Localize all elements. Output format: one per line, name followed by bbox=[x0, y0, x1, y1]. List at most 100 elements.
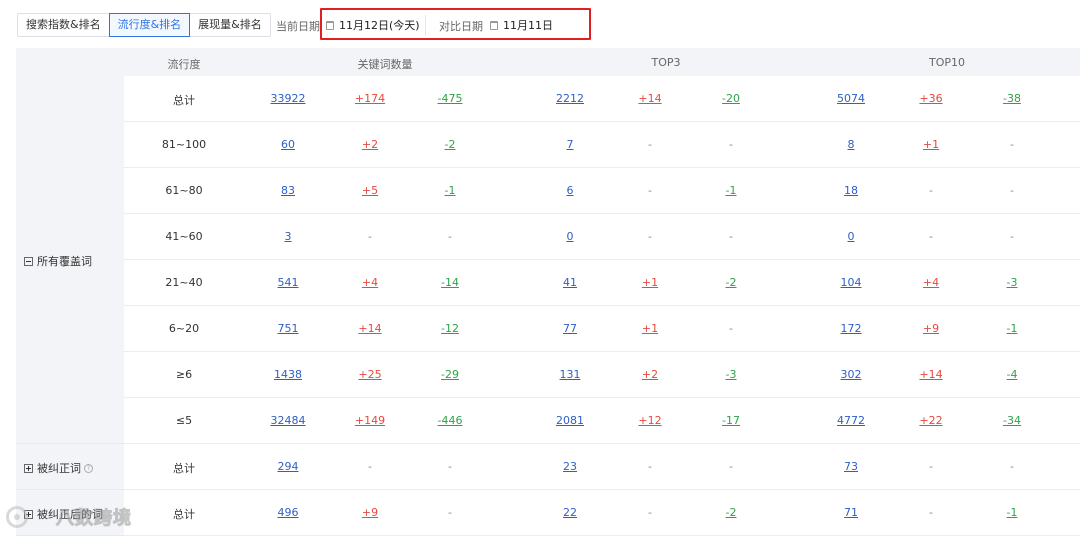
decrease-value[interactable]: -2 bbox=[445, 138, 456, 151]
empty-value: - bbox=[1010, 230, 1014, 243]
decrease-value[interactable]: -2 bbox=[726, 506, 737, 519]
decrease-value[interactable]: -34 bbox=[1003, 414, 1021, 427]
count-value[interactable]: 7 bbox=[567, 138, 574, 151]
increase-value[interactable]: +2 bbox=[642, 368, 658, 381]
decrease-value[interactable]: -1 bbox=[726, 184, 737, 197]
count-value[interactable]: 71 bbox=[844, 506, 858, 519]
count-value[interactable]: 751 bbox=[278, 322, 299, 335]
decrease-value[interactable]: -12 bbox=[441, 322, 459, 335]
watermark-text: 八数跨境 bbox=[56, 508, 132, 530]
decrease-value[interactable]: -1 bbox=[445, 184, 456, 197]
count-value[interactable]: 302 bbox=[841, 368, 862, 381]
increase-value[interactable]: +14 bbox=[919, 368, 942, 381]
increase-value[interactable]: +9 bbox=[362, 506, 378, 519]
decrease-value[interactable]: -20 bbox=[722, 92, 740, 105]
increase-value[interactable]: +1 bbox=[642, 322, 658, 335]
count-value[interactable]: 18 bbox=[844, 184, 858, 197]
empty-value: - bbox=[448, 230, 452, 243]
increase-value[interactable]: +36 bbox=[919, 92, 942, 105]
count-value[interactable]: 73 bbox=[844, 460, 858, 473]
decrease-value[interactable]: -475 bbox=[438, 92, 463, 105]
empty-value: - bbox=[1010, 184, 1014, 197]
increase-value[interactable]: +174 bbox=[355, 92, 385, 105]
count-value[interactable]: 33922 bbox=[271, 92, 306, 105]
decrease-value[interactable]: -29 bbox=[441, 368, 459, 381]
metric-tab-group: 搜索指数&排名 流行度&排名 展现量&排名 bbox=[17, 13, 271, 37]
increase-value[interactable]: +2 bbox=[362, 138, 378, 151]
decrease-value[interactable]: -4 bbox=[1007, 368, 1018, 381]
count-value[interactable]: 2212 bbox=[556, 92, 584, 105]
increase-value[interactable]: +4 bbox=[923, 276, 939, 289]
count-value[interactable]: 6 bbox=[567, 184, 574, 197]
count-value[interactable]: 5074 bbox=[837, 92, 865, 105]
row-popularity-range: 总计 bbox=[173, 508, 195, 521]
toolbar: 搜索指数&排名 流行度&排名 展现量&排名 当前日期 11月12日(今天) 对比… bbox=[0, 0, 1080, 48]
row-popularity-range: ≤5 bbox=[175, 414, 193, 427]
current-date-label: 当前日期 bbox=[276, 20, 320, 33]
decrease-value[interactable]: -3 bbox=[726, 368, 737, 381]
decrease-value[interactable]: -1 bbox=[1007, 322, 1018, 335]
count-value[interactable]: 0 bbox=[848, 230, 855, 243]
count-value[interactable]: 4772 bbox=[837, 414, 865, 427]
count-value[interactable]: 0 bbox=[567, 230, 574, 243]
table-row: 81~100 60 +2 -2 7 - - 8 +1 - bbox=[124, 122, 1080, 168]
count-value[interactable]: 172 bbox=[841, 322, 862, 335]
table-row: 总计 33922 +174 -475 2212 +14 -20 5074 +36 -38 bbox=[124, 76, 1080, 122]
increase-value[interactable]: +1 bbox=[923, 138, 939, 151]
tab-impressions-rank[interactable]: 展现量&排名 bbox=[189, 13, 271, 37]
empty-value: - bbox=[648, 184, 652, 197]
count-value[interactable]: 1438 bbox=[274, 368, 302, 381]
count-value[interactable]: 23 bbox=[563, 460, 577, 473]
table-row: ≤5 32484 +149 -446 2081 +12 -17 4772 +22 -34 bbox=[124, 398, 1080, 444]
count-value[interactable]: 22 bbox=[563, 506, 577, 519]
increase-value[interactable]: +12 bbox=[638, 414, 661, 427]
row-popularity-range: 41~60 bbox=[165, 230, 203, 243]
count-value[interactable]: 541 bbox=[278, 276, 299, 289]
decrease-value[interactable]: -17 bbox=[722, 414, 740, 427]
count-value[interactable]: 3 bbox=[285, 230, 292, 243]
header-top10: TOP10 bbox=[928, 56, 966, 69]
count-value[interactable]: 60 bbox=[281, 138, 295, 151]
header-popularity: 流行度 bbox=[167, 58, 201, 71]
count-value[interactable]: 8 bbox=[848, 138, 855, 151]
increase-value[interactable]: +22 bbox=[919, 414, 942, 427]
watermark: 八数跨境 bbox=[6, 504, 132, 530]
decrease-value[interactable]: -1 bbox=[1007, 506, 1018, 519]
increase-value[interactable]: +14 bbox=[638, 92, 661, 105]
count-value[interactable]: 83 bbox=[281, 184, 295, 197]
collapse-icon[interactable] bbox=[24, 256, 33, 266]
empty-value: - bbox=[448, 506, 452, 519]
increase-value[interactable]: +9 bbox=[923, 322, 939, 335]
count-value[interactable]: 41 bbox=[563, 276, 577, 289]
empty-value: - bbox=[648, 460, 652, 473]
count-value[interactable]: 496 bbox=[278, 506, 299, 519]
empty-value: - bbox=[929, 506, 933, 519]
header-keyword-count: 关键词数量 bbox=[357, 58, 413, 71]
empty-value: - bbox=[1010, 138, 1014, 151]
count-value[interactable]: 2081 bbox=[556, 414, 584, 427]
decrease-value[interactable]: -14 bbox=[441, 276, 459, 289]
count-value[interactable]: 131 bbox=[560, 368, 581, 381]
increase-value[interactable]: +5 bbox=[362, 184, 378, 197]
row-popularity-range: 21~40 bbox=[165, 276, 203, 289]
count-value[interactable]: 104 bbox=[841, 276, 862, 289]
tab-search-index-rank[interactable]: 搜索指数&排名 bbox=[17, 13, 110, 37]
count-value[interactable]: 294 bbox=[278, 460, 299, 473]
decrease-value[interactable]: -2 bbox=[726, 276, 737, 289]
count-value[interactable]: 32484 bbox=[271, 414, 306, 427]
increase-value[interactable]: +1 bbox=[642, 276, 658, 289]
tab-popularity-rank[interactable]: 流行度&排名 bbox=[108, 13, 191, 37]
decrease-value[interactable]: -38 bbox=[1003, 92, 1021, 105]
help-icon[interactable]: ? bbox=[84, 463, 93, 473]
count-value[interactable]: 77 bbox=[563, 322, 577, 335]
empty-value: - bbox=[648, 506, 652, 519]
empty-value: - bbox=[729, 460, 733, 473]
increase-value[interactable]: +25 bbox=[358, 368, 381, 381]
decrease-value[interactable]: -446 bbox=[438, 414, 463, 427]
group-all-covered-words: 所有覆盖词 bbox=[16, 76, 124, 444]
expand-icon[interactable] bbox=[24, 463, 33, 473]
increase-value[interactable]: +4 bbox=[362, 276, 378, 289]
increase-value[interactable]: +14 bbox=[358, 322, 381, 335]
increase-value[interactable]: +149 bbox=[355, 414, 385, 427]
decrease-value[interactable]: -3 bbox=[1007, 276, 1018, 289]
